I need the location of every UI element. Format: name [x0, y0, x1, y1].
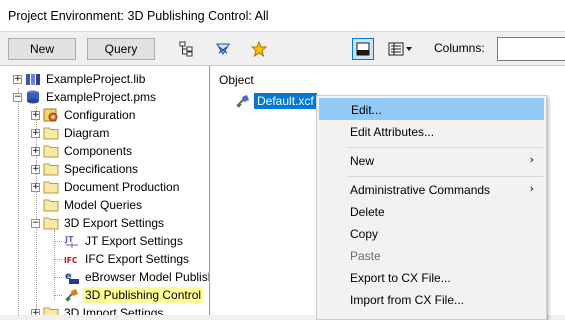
publishing-icon — [235, 93, 251, 109]
folder-icon — [43, 161, 59, 177]
collapse-icon[interactable]: − — [13, 92, 22, 102]
tree-item-3d-publishing-control[interactable]: 3D Publishing Control — [64, 286, 204, 304]
tree-item-3d-export-settings[interactable]: − 3D Export Settings — [31, 214, 166, 232]
menu-item-import-cx[interactable]: Import from CX File... — [319, 289, 544, 311]
tree-item-label: Model Queries — [64, 198, 143, 212]
filter-icon[interactable] — [212, 38, 234, 60]
ebrowser-icon: e — [64, 269, 80, 285]
context-menu: Edit... Edit Attributes... New › Adminis… — [316, 95, 547, 320]
tree-item-jt-export-settings[interactable]: JT JT Export Settings — [64, 232, 185, 250]
configuration-icon — [43, 107, 59, 123]
tree-item-ebrowser-model-publish[interactable]: e eBrowser Model Publish — [64, 268, 210, 286]
menu-item-new[interactable]: New › — [319, 150, 544, 172]
list-item-label: Default.xcf — [254, 93, 317, 109]
tree-item-project[interactable]: − ExampleProject.pms — [13, 88, 158, 106]
toolbar: New Query Columns: — [0, 32, 565, 66]
submenu-arrow-icon: › — [529, 182, 534, 195]
tree-item-label: Configuration — [64, 108, 136, 122]
folder-icon — [43, 125, 59, 141]
layout-view-icon[interactable] — [352, 38, 374, 60]
expand-icon[interactable]: + — [31, 128, 40, 138]
menu-item-edit-attributes[interactable]: Edit Attributes... — [319, 121, 544, 143]
svg-text:JT: JT — [64, 235, 74, 244]
tree-item-ifc-export-settings[interactable]: IFC IFC Export Settings — [64, 250, 191, 268]
new-button[interactable]: New — [8, 38, 76, 60]
tree-item-specifications[interactable]: + Specifications — [31, 160, 140, 178]
tree-item-label: ExampleProject.lib — [46, 72, 146, 86]
jt-icon: JT — [64, 233, 80, 249]
expand-icon[interactable]: + — [31, 146, 40, 156]
collapse-icon[interactable]: − — [31, 218, 40, 228]
tree-item-label: JT Export Settings — [85, 234, 183, 248]
tree-item-label: Specifications — [64, 162, 139, 176]
ifc-icon: IFC — [64, 251, 80, 267]
submenu-arrow-icon: › — [529, 153, 534, 166]
tree-item-library[interactable]: + ExampleProject.lib — [13, 70, 147, 88]
tree-item-components[interactable]: + Components — [31, 142, 134, 160]
menu-item-administrative-commands[interactable]: Administrative Commands › — [319, 179, 544, 201]
expand-icon[interactable]: + — [31, 110, 40, 120]
tree-item-label: IFC Export Settings — [85, 252, 190, 266]
window-title: Project Environment: 3D Publishing Contr… — [8, 9, 269, 23]
folder-icon — [43, 179, 59, 195]
column-header-object[interactable]: Object — [219, 73, 254, 87]
folder-icon — [43, 197, 59, 213]
query-button[interactable]: Query — [87, 38, 155, 60]
tree-item-diagram[interactable]: + Diagram — [31, 124, 111, 142]
details-view-dropdown-icon[interactable] — [386, 38, 416, 60]
expand-icon[interactable]: + — [31, 182, 40, 192]
tree-item-label: Document Production — [64, 180, 180, 194]
tree-item-label: 3D Publishing Control — [83, 287, 204, 303]
window-title-bar: Project Environment: 3D Publishing Contr… — [0, 0, 565, 32]
tree-item-model-queries[interactable]: Model Queries — [31, 196, 144, 214]
tree-item-label: eBrowser Model Publish — [85, 270, 210, 284]
tree-item-3d-import-settings[interactable]: + 3D Import Settings — [31, 304, 165, 315]
columns-input[interactable] — [497, 37, 565, 61]
tree-item-label: 3D Import Settings — [64, 306, 164, 315]
folder-icon — [43, 143, 59, 159]
publishing-icon — [64, 287, 80, 303]
expand-icon[interactable]: + — [13, 74, 22, 84]
project-icon — [25, 89, 41, 105]
favorite-star-icon[interactable] — [248, 38, 270, 60]
tree-item-label: Components — [64, 144, 133, 158]
tree-item-label: ExampleProject.pms — [46, 90, 157, 104]
tree-item-label: 3D Export Settings — [64, 216, 165, 230]
expand-icon[interactable]: + — [31, 164, 40, 174]
menu-separator — [347, 176, 543, 177]
tree-view-icon[interactable] — [175, 38, 197, 60]
tree-item-document-production[interactable]: + Document Production — [31, 178, 181, 196]
menu-separator — [347, 147, 543, 148]
expand-icon[interactable]: + — [31, 308, 40, 315]
menu-item-delete[interactable]: Delete — [319, 201, 544, 223]
tree-item-label: Diagram — [64, 126, 110, 140]
folder-open-icon — [43, 215, 59, 231]
project-tree: + ExampleProject.lib − ExampleProject.pm… — [0, 66, 210, 315]
library-icon — [25, 71, 41, 87]
folder-icon — [43, 305, 59, 315]
svg-text:IFC: IFC — [64, 256, 78, 265]
menu-item-export-cx[interactable]: Export to CX File... — [319, 267, 544, 289]
menu-item-paste: Paste — [350, 249, 381, 263]
tree-item-configuration[interactable]: + Configuration — [31, 106, 137, 124]
menu-item-edit[interactable]: Edit... — [319, 98, 544, 120]
columns-label: Columns: — [434, 41, 485, 55]
list-item-selected[interactable]: Default.xcf — [235, 93, 317, 109]
menu-item-copy[interactable]: Copy — [319, 223, 544, 245]
